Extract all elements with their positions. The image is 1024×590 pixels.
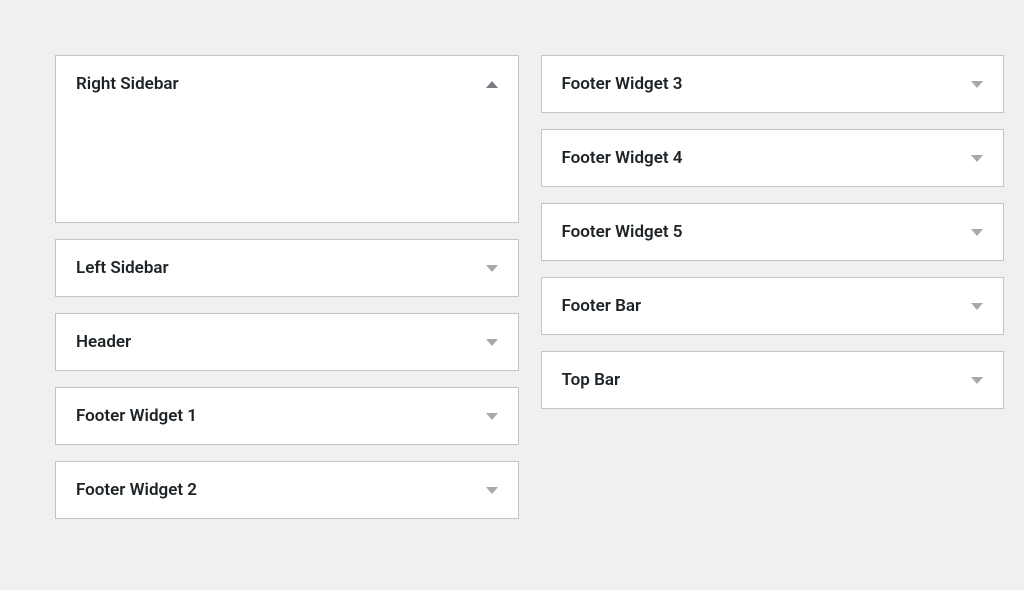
widget-area-header: Header: [55, 313, 519, 371]
widget-area-footer-widget-4: Footer Widget 4: [541, 129, 1005, 187]
chevron-down-icon: [971, 377, 983, 384]
widgets-container: Right Sidebar Left Sidebar Header Footer…: [0, 0, 1024, 519]
widget-area-left-sidebar: Left Sidebar: [55, 239, 519, 297]
widget-area-title: Top Bar: [562, 370, 621, 390]
widget-area-header-footer-widget-1[interactable]: Footer Widget 1: [56, 388, 518, 444]
widgets-column-right: Footer Widget 3 Footer Widget 4 Footer W…: [541, 55, 1005, 519]
widget-area-footer-widget-3: Footer Widget 3: [541, 55, 1005, 113]
widget-area-right-sidebar: Right Sidebar: [55, 55, 519, 223]
widget-area-header-footer-widget-5[interactable]: Footer Widget 5: [542, 204, 1004, 260]
widget-area-title: Left Sidebar: [76, 258, 169, 278]
widget-area-title: Footer Bar: [562, 296, 642, 316]
widget-area-footer-widget-2: Footer Widget 2: [55, 461, 519, 519]
chevron-up-icon: [486, 81, 498, 88]
chevron-down-icon: [486, 339, 498, 346]
widget-area-header-footer-widget-2[interactable]: Footer Widget 2: [56, 462, 518, 518]
widget-area-header-right-sidebar[interactable]: Right Sidebar: [56, 56, 518, 112]
widget-area-title: Footer Widget 2: [76, 480, 197, 500]
widget-area-title: Footer Widget 4: [562, 148, 683, 168]
widget-area-title: Right Sidebar: [76, 74, 179, 94]
chevron-down-icon: [971, 229, 983, 236]
widget-area-footer-widget-1: Footer Widget 1: [55, 387, 519, 445]
chevron-down-icon: [486, 413, 498, 420]
widget-area-header-footer-widget-4[interactable]: Footer Widget 4: [542, 130, 1004, 186]
chevron-down-icon: [971, 81, 983, 88]
widget-area-footer-widget-5: Footer Widget 5: [541, 203, 1005, 261]
chevron-down-icon: [971, 155, 983, 162]
chevron-down-icon: [971, 303, 983, 310]
chevron-down-icon: [486, 265, 498, 272]
widget-area-header-header[interactable]: Header: [56, 314, 518, 370]
widget-area-footer-bar: Footer Bar: [541, 277, 1005, 335]
widget-area-title: Footer Widget 1: [76, 406, 197, 426]
chevron-down-icon: [486, 487, 498, 494]
widget-area-header-left-sidebar[interactable]: Left Sidebar: [56, 240, 518, 296]
widgets-column-left: Right Sidebar Left Sidebar Header Footer…: [55, 55, 519, 519]
widget-area-title: Footer Widget 3: [562, 74, 683, 94]
widget-area-header-top-bar[interactable]: Top Bar: [542, 352, 1004, 408]
widget-area-title: Footer Widget 5: [562, 222, 683, 242]
widget-area-header-footer-widget-3[interactable]: Footer Widget 3: [542, 56, 1004, 112]
widget-area-top-bar: Top Bar: [541, 351, 1005, 409]
widget-area-title: Header: [76, 332, 131, 352]
widget-area-body-right-sidebar[interactable]: [56, 112, 518, 222]
widget-area-header-footer-bar[interactable]: Footer Bar: [542, 278, 1004, 334]
